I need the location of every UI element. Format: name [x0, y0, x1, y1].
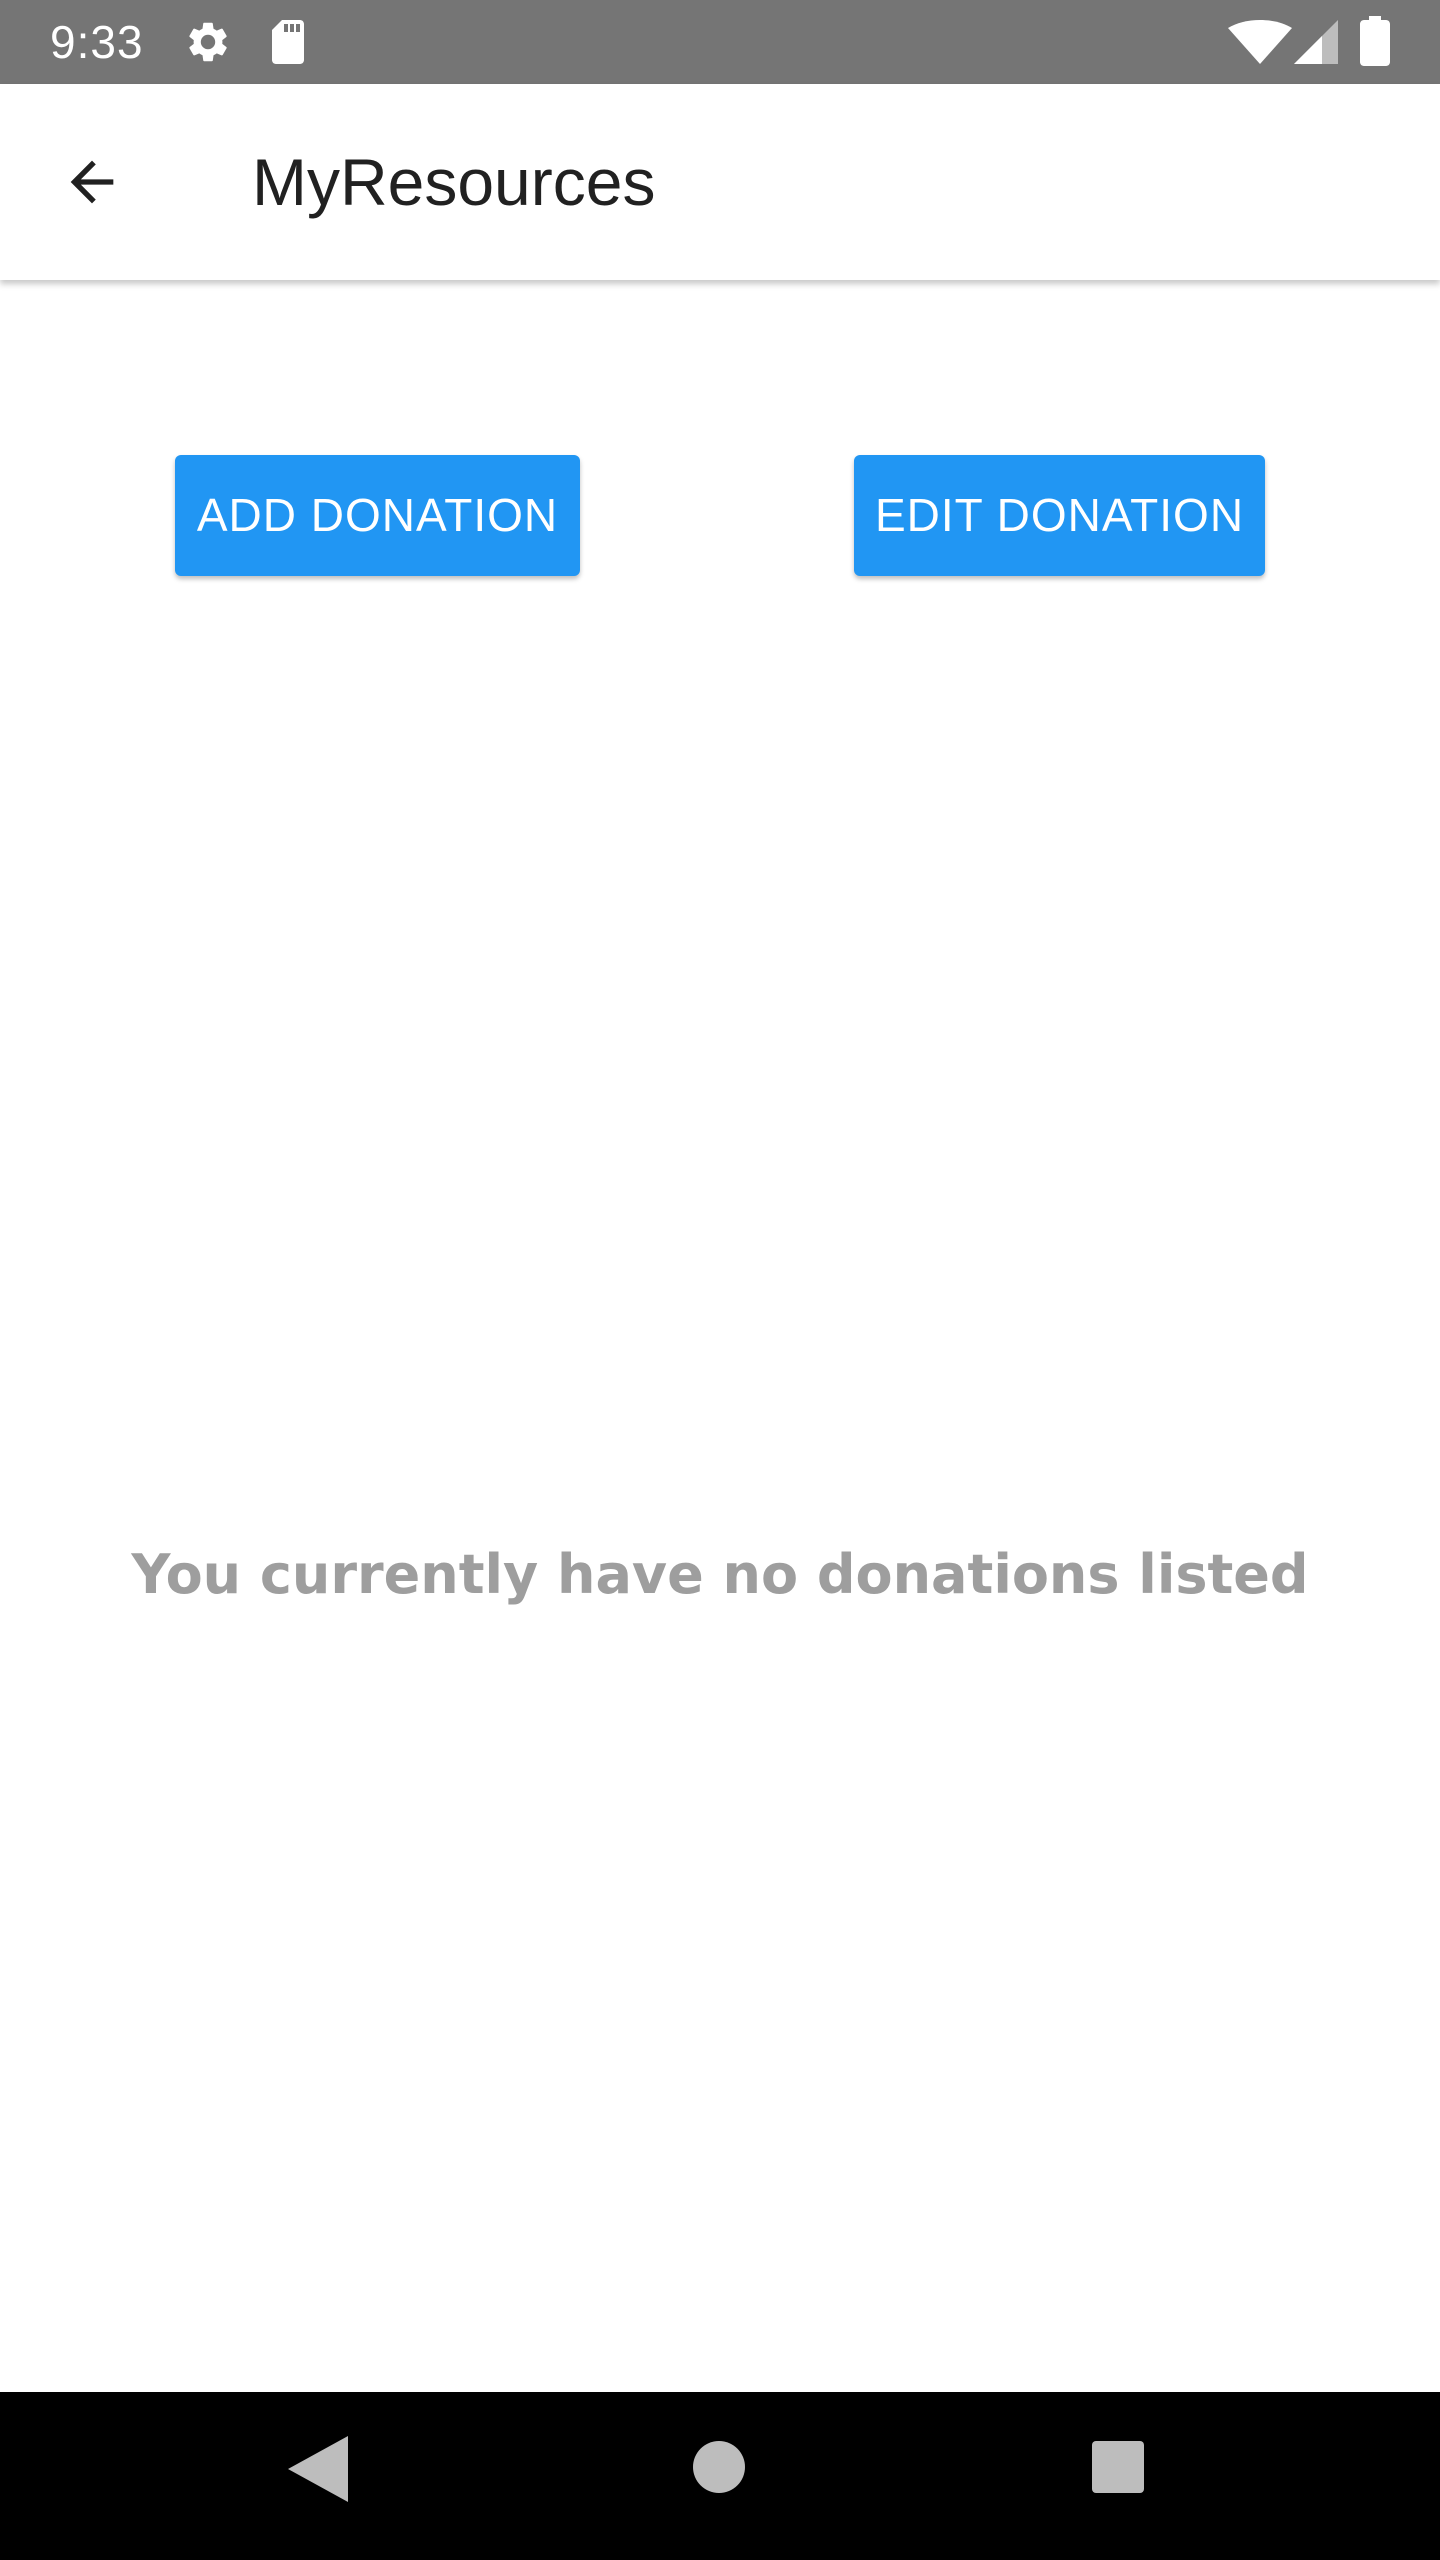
nav-back-icon[interactable]: [288, 2436, 348, 2502]
signal-icon: [1294, 20, 1338, 64]
nav-home-icon[interactable]: [693, 2441, 745, 2493]
nav-recents-icon[interactable]: [1092, 2441, 1144, 2493]
arrow-back-icon: [70, 160, 114, 204]
gear-icon: [189, 22, 227, 62]
wifi-icon: [1228, 20, 1292, 64]
system-nav-bar: [0, 2392, 1440, 2560]
edit-donation-button[interactable]: EDIT DONATION: [854, 455, 1265, 576]
status-bar: 9:33: [0, 0, 1440, 84]
battery-icon: [1360, 16, 1390, 66]
back-button[interactable]: [44, 134, 140, 230]
add-donation-button[interactable]: ADD DONATION: [175, 455, 580, 576]
sd-card-icon: [272, 20, 304, 64]
status-time: 9:33: [50, 16, 144, 68]
empty-state-message: You currently have no donations listed: [131, 1543, 1309, 1606]
app-bar: MyResources: [0, 84, 1440, 280]
screen: 9:33 MyResources ADD DONATION EDIT DONAT…: [0, 0, 1440, 2560]
page-title: MyResources: [252, 145, 656, 219]
